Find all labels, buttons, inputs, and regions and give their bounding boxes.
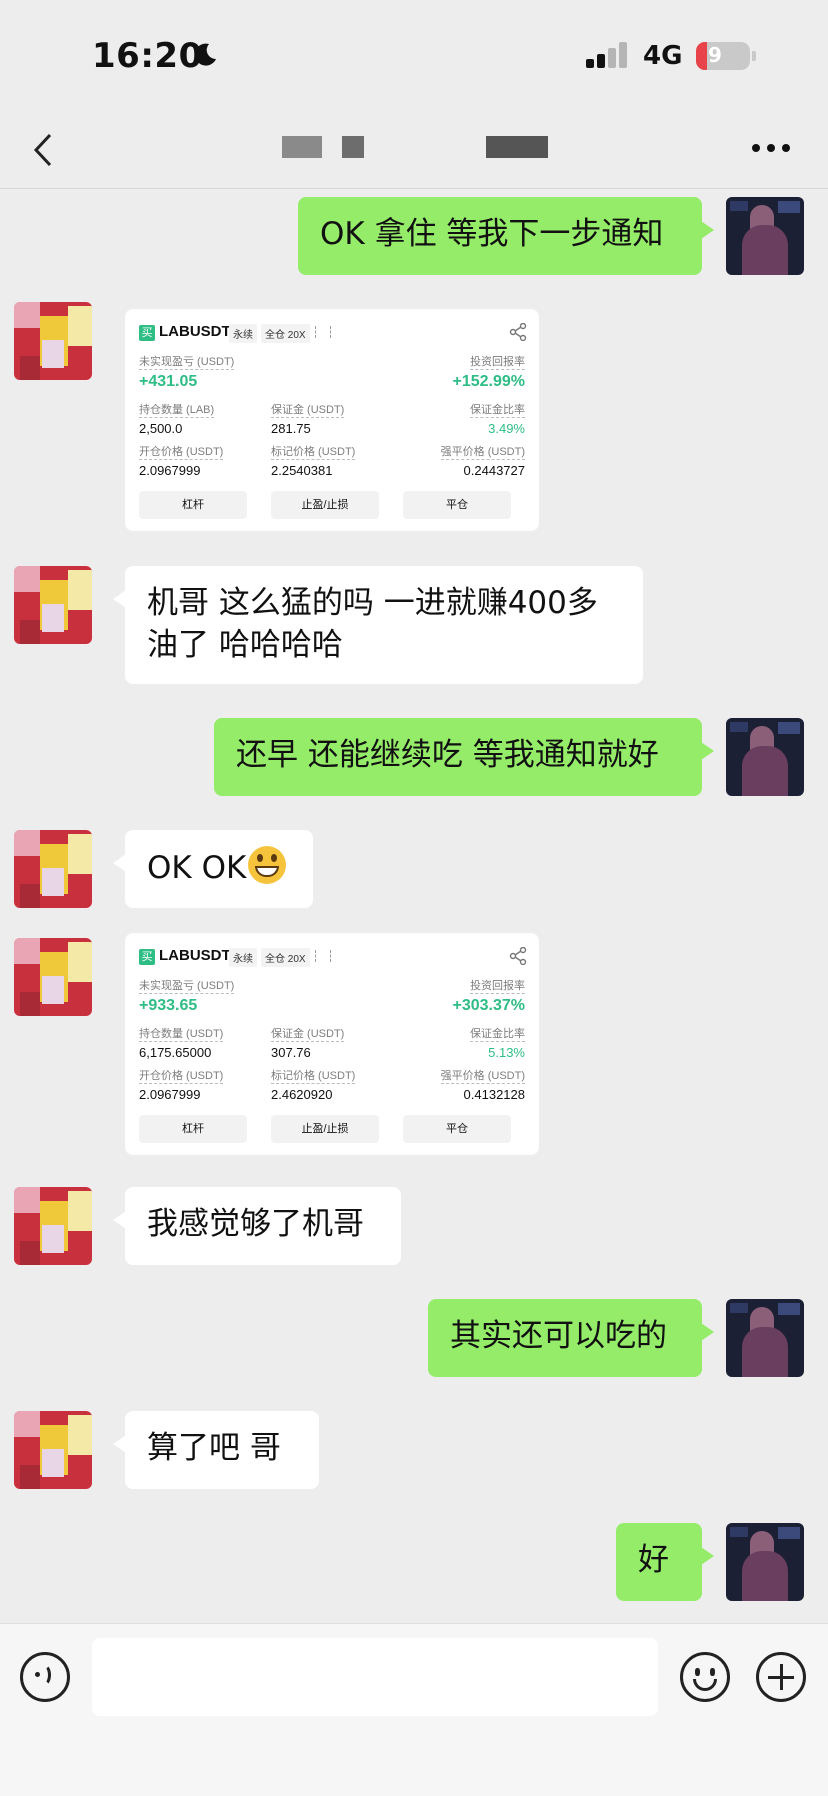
share-icon[interactable] (509, 323, 527, 341)
mark-price-label: 标记价格 (USDT) (271, 1070, 356, 1084)
more-options-icon[interactable] (752, 144, 792, 154)
avatar-self[interactable] (726, 718, 804, 796)
avatar-contact[interactable] (14, 1187, 92, 1265)
margin-mode-tag: 全仓 20X (261, 948, 310, 967)
liq-price: 0.2443727 (463, 463, 525, 478)
unrealized-pnl-label: 未实现盈亏 (USDT) (139, 980, 235, 994)
margin-mode-tag: 全仓 20X (261, 324, 310, 343)
avatar-contact[interactable] (14, 1411, 92, 1489)
message-bubble[interactable]: 其实还可以吃的 (428, 1299, 714, 1377)
emoji-icon[interactable] (680, 1652, 730, 1702)
unrealized-pnl: +431.05 (139, 373, 198, 390)
roi-value: +303.37% (452, 997, 525, 1014)
tpsl-button[interactable]: 止盈/止损 (271, 491, 379, 519)
moon-icon (194, 43, 216, 66)
message-input[interactable] (92, 1638, 658, 1716)
margin-ratio-label: 保证金比率 (470, 1028, 525, 1042)
roi-label: 投资回报率 (470, 356, 525, 370)
plus-icon[interactable] (756, 1652, 806, 1702)
leverage-button[interactable]: 杠杆 (139, 1115, 247, 1143)
message-text-line: 油了 哈哈哈哈 (147, 627, 343, 663)
buy-badge: 买 (139, 325, 155, 341)
perp-tag: 永续 (229, 948, 257, 967)
share-icon[interactable] (509, 947, 527, 965)
margin-label: 保证金 (USDT) (271, 404, 345, 418)
chat-header (0, 110, 828, 189)
trade-position-card[interactable]: 买 LABUSDT 永续 全仓 20X 未实现盈亏 (USDT) 投资回报率 +… (125, 933, 539, 1155)
battery-tip (752, 51, 756, 61)
liq-price-label: 强平价格 (USDT) (440, 446, 525, 460)
message-bubble[interactable]: 我感觉够了机哥 (113, 1187, 401, 1265)
close-position-button[interactable]: 平仓 (403, 1115, 511, 1143)
margin-ratio-value: 5.13% (488, 1045, 525, 1060)
close-position-button[interactable]: 平仓 (403, 491, 511, 519)
leverage-bars-icon (315, 950, 331, 962)
message-text: OK OK (147, 850, 247, 886)
liq-price-label: 强平价格 (USDT) (440, 1070, 525, 1084)
message-bubble[interactable]: OK OK (113, 830, 313, 908)
avatar-contact[interactable] (14, 938, 92, 1016)
message-text: 我感觉够了机哥 (147, 1206, 364, 1242)
message-bubble[interactable]: 算了吧 哥 (113, 1411, 319, 1489)
battery-level: 9 (708, 43, 722, 67)
margin-ratio-value: 3.49% (488, 421, 525, 436)
position-size: 6,175.65000 (139, 1045, 212, 1060)
roi-label: 投资回报率 (470, 980, 525, 994)
message-bubble[interactable]: OK 拿住 等我下一步通知 (298, 197, 714, 275)
message-text: OK 拿住 等我下一步通知 (320, 216, 664, 252)
margin-label: 保证金 (USDT) (271, 1028, 345, 1042)
position-size: 2,500.0 (139, 421, 183, 436)
leverage-button[interactable]: 杠杆 (139, 491, 247, 519)
trade-position-card[interactable]: 买 LABUSDT 永续 全仓 20X 未实现盈亏 (USDT) 投资回报率 +… (125, 309, 539, 531)
message-bubble[interactable]: 机哥 这么猛的吗 一进就赚400多 油了 哈哈哈哈 (113, 566, 643, 684)
message-text: 算了吧 哥 (147, 1430, 281, 1466)
grinning-emoji-icon (248, 846, 287, 884)
avatar-contact[interactable] (14, 830, 92, 908)
message-bubble[interactable]: 好 (616, 1523, 714, 1601)
size-label: 持仓数量 (LAB) (139, 404, 215, 418)
message-text: 好 (638, 1542, 669, 1578)
unrealized-pnl-label: 未实现盈亏 (USDT) (139, 356, 235, 370)
symbol: LABUSDT (159, 947, 231, 964)
chevron-left-icon[interactable] (30, 130, 60, 170)
mark-price-label: 标记价格 (USDT) (271, 446, 356, 460)
liq-price: 0.4132128 (463, 1087, 525, 1102)
entry-price-label: 开仓价格 (USDT) (139, 446, 224, 460)
status-time: 16:20 (92, 36, 203, 76)
message-text: 其实还可以吃的 (450, 1318, 667, 1354)
margin-ratio-label: 保证金比率 (470, 404, 525, 418)
avatar-contact[interactable] (14, 302, 92, 380)
mark-price: 2.4620920 (271, 1087, 333, 1102)
margin-value: 307.76 (271, 1045, 311, 1060)
mark-price: 2.2540381 (271, 463, 333, 478)
roi-value: +152.99% (452, 373, 525, 390)
symbol: LABUSDT (159, 323, 231, 340)
avatar-self[interactable] (726, 1523, 804, 1601)
avatar-contact[interactable] (14, 566, 92, 644)
voice-icon[interactable] (20, 1652, 70, 1702)
avatar-self[interactable] (726, 197, 804, 275)
tpsl-button[interactable]: 止盈/止损 (271, 1115, 379, 1143)
perp-tag: 永续 (229, 324, 257, 343)
size-label: 持仓数量 (USDT) (139, 1028, 224, 1042)
unrealized-pnl: +933.65 (139, 997, 198, 1014)
buy-badge: 买 (139, 949, 155, 965)
battery-icon: 9 (696, 42, 750, 70)
message-text: 还早 还能继续吃 等我通知就好 (236, 737, 659, 773)
message-bubble[interactable]: 还早 还能继续吃 等我通知就好 (214, 718, 714, 796)
network-type: 4G (643, 41, 683, 71)
signal-icon (586, 42, 630, 68)
chat-title-redacted (486, 136, 548, 158)
chat-title-redacted (342, 136, 364, 158)
entry-price-label: 开仓价格 (USDT) (139, 1070, 224, 1084)
entry-price: 2.0967999 (139, 1087, 201, 1102)
entry-price: 2.0967999 (139, 463, 201, 478)
chat-title-redacted (282, 136, 322, 158)
avatar-self[interactable] (726, 1299, 804, 1377)
margin-value: 281.75 (271, 421, 311, 436)
message-text-line: 机哥 这么猛的吗 一进就赚400多 (147, 585, 598, 621)
leverage-bars-icon (315, 326, 331, 338)
status-bar: 16:20 4G 9 (0, 0, 828, 110)
input-bar (0, 1623, 828, 1796)
